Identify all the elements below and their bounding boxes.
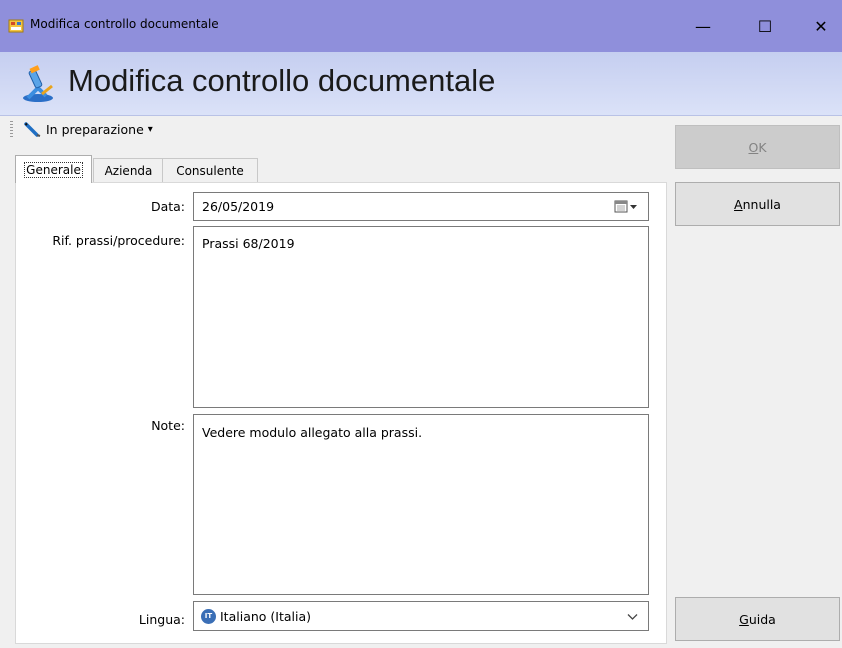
date-picker[interactable]: 26/05/2019 — [193, 192, 649, 221]
maximize-button[interactable]: ☐ — [742, 6, 788, 46]
note-label: Note: — [151, 418, 185, 433]
note-value: Vedere modulo allegato alla prassi. — [202, 425, 423, 440]
note-textarea[interactable]: Vedere modulo allegato alla prassi. — [193, 414, 649, 595]
language-select[interactable]: IT Italiano (Italia) — [193, 601, 649, 631]
ok-button[interactable]: OK — [675, 125, 840, 169]
rif-value: Prassi 68/2019 — [202, 236, 295, 251]
tab-consulente-label: Consulente — [176, 163, 244, 178]
page-title: Modifica controllo documentale — [68, 63, 496, 98]
status-dropdown-button[interactable]: In preparazione ▾ — [24, 119, 153, 139]
cancel-button[interactable]: Annulla — [675, 182, 840, 226]
pencil-icon — [24, 122, 41, 137]
form-app-icon — [8, 19, 24, 33]
language-flag-badge: IT — [201, 608, 216, 624]
tab-consulente[interactable]: Consulente — [162, 158, 258, 182]
toolbar-grip[interactable] — [10, 121, 13, 137]
rif-textarea[interactable]: Prassi 68/2019 — [193, 226, 649, 408]
tab-generale[interactable]: Generale — [15, 155, 92, 183]
status-label: In preparazione — [46, 121, 144, 137]
calendar-dropdown-icon[interactable] — [614, 200, 638, 214]
date-value: 26/05/2019 — [202, 199, 275, 214]
header-banner: Modifica controllo documentale — [0, 52, 842, 116]
data-label: Data: — [150, 199, 185, 214]
chevron-down-icon — [627, 614, 638, 620]
ok-accel: O — [748, 139, 759, 155]
language-value: Italiano (Italia) — [220, 608, 312, 624]
chevron-down-icon: ▾ — [147, 123, 153, 135]
lingua-label: Lingua: — [138, 612, 185, 627]
microscope-icon — [23, 65, 53, 102]
ok-label: K — [758, 139, 767, 155]
annulla-label: nnulla — [742, 196, 781, 212]
window-title: Modifica controllo documentale — [30, 17, 219, 31]
tab-generale-label: Generale — [24, 161, 83, 178]
help-button[interactable]: Guida — [675, 597, 840, 641]
rif-label: Rif. prassi/procedure: — [52, 233, 185, 248]
tab-azienda[interactable]: Azienda — [93, 158, 164, 182]
maximize-icon: ☐ — [757, 16, 773, 36]
annulla-accel: A — [734, 196, 743, 212]
minimize-icon: — — [695, 16, 711, 36]
close-icon: ✕ — [814, 16, 828, 36]
tab-azienda-label: Azienda — [104, 163, 153, 178]
toolbar: In preparazione ▾ — [10, 117, 667, 141]
close-button[interactable]: ✕ — [798, 6, 842, 46]
window-titlebar: Modifica controllo documentale — ☐ ✕ — [0, 0, 842, 52]
guida-accel: G — [739, 611, 749, 627]
guida-label: uida — [748, 611, 776, 627]
minimize-button[interactable]: — — [680, 6, 726, 46]
